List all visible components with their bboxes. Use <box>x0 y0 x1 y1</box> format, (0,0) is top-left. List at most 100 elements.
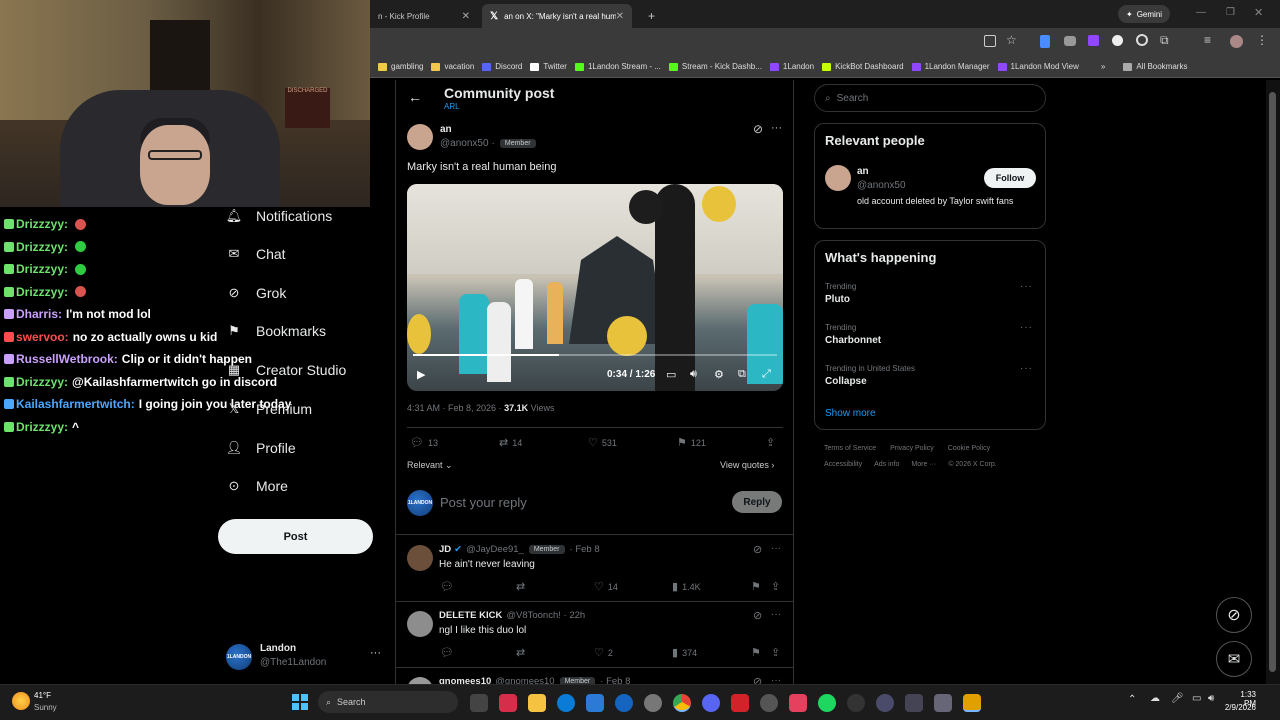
nav-grok[interactable]: ⊘ Grok <box>226 282 287 304</box>
bookmark-action[interactable]: ⚑ 121 <box>677 436 706 449</box>
twitch-extension-icon[interactable] <box>1088 35 1099 46</box>
kebab-menu-icon[interactable]: ⋮ <box>1256 33 1268 47</box>
app-icon[interactable] <box>876 694 894 712</box>
nav-creator-studio[interactable]: ▦ Creator Studio <box>226 359 346 381</box>
app-icon[interactable] <box>963 694 981 712</box>
nav-profile[interactable]: 👤︎ Profile <box>226 437 296 459</box>
community-name[interactable]: ARL <box>444 102 460 111</box>
extensions-puzzle-icon[interactable]: ⧉ <box>1160 33 1169 48</box>
reply-author-name[interactable]: DELETE KICK <box>439 610 502 621</box>
monitor-icon[interactable]: ▭ <box>1192 693 1201 704</box>
like-action[interactable]: ♡ 2 <box>594 646 613 659</box>
trend-item[interactable]: Trending in United States Collapse <box>825 364 915 387</box>
post-button[interactable]: Post <box>218 519 373 554</box>
nav-bookmarks[interactable]: ⚑ Bookmarks <box>226 320 326 342</box>
extension-icon[interactable] <box>1040 35 1050 48</box>
close-icon[interactable]: ✕ <box>462 11 470 22</box>
tab-kick-profile[interactable]: n - Kick Profile ✕ <box>370 4 478 28</box>
bookmark-item[interactable]: 1Landon Mod View <box>997 62 1079 71</box>
reply-action[interactable]: 💬︎ <box>440 580 458 593</box>
chevron-up-icon[interactable]: ⌃ <box>1128 694 1136 705</box>
extension-icon[interactable] <box>1112 35 1123 46</box>
settings-gear-icon[interactable] <box>644 694 662 712</box>
bookmark-item[interactable]: 1Landon Manager <box>911 62 990 71</box>
reading-list-icon[interactable]: ≡ <box>1204 33 1211 47</box>
post-author-name[interactable]: an <box>440 124 452 135</box>
weather-sun-icon[interactable] <box>12 692 30 710</box>
bookmark-item[interactable]: Stream - Kick Dashb... <box>668 62 762 71</box>
footer-link[interactable]: Accessibility <box>824 461 862 468</box>
task-view-icon[interactable] <box>470 694 488 712</box>
more-icon[interactable]: ··· <box>1020 281 1033 292</box>
nav-premium[interactable]: 𝕏 Premium <box>226 398 312 420</box>
search-input[interactable]: ⌕ Search <box>814 84 1046 112</box>
follow-button[interactable]: Follow <box>984 168 1036 188</box>
minimize-button[interactable]: — <box>1196 7 1206 18</box>
back-arrow-icon[interactable]: ← <box>408 89 422 105</box>
chat-username[interactable]: Drizzzyy: <box>16 420 68 434</box>
edge-icon[interactable] <box>557 694 575 712</box>
view-quotes-link[interactable]: View quotes › <box>720 460 774 470</box>
repost-action[interactable]: ⇄ <box>516 580 529 593</box>
scrollbar-thumb[interactable] <box>1269 92 1276 672</box>
person-name[interactable]: an <box>857 166 869 177</box>
weather-temp[interactable]: 41°F <box>34 691 51 700</box>
taskbar-search[interactable]: ⌕ Search <box>318 691 458 713</box>
chrome-icon[interactable] <box>673 694 691 712</box>
avatar[interactable] <box>825 165 851 191</box>
all-bookmarks-button[interactable]: All Bookmarks <box>1123 62 1187 71</box>
chat-username[interactable]: Drizzzyy: <box>16 240 68 254</box>
share-action[interactable]: ⇪ <box>771 646 784 659</box>
reply-author-handle[interactable]: @V8Toonch! · 22h <box>506 610 585 621</box>
footer-link[interactable]: Ads info <box>874 461 899 468</box>
more-icon[interactable]: ··· <box>370 647 381 659</box>
windows-start-icon[interactable] <box>292 694 308 710</box>
maximize-button[interactable]: ❐ <box>1226 7 1235 18</box>
bookmark-item[interactable]: gambling <box>378 62 423 71</box>
grok-float-button[interactable]: ⊘ <box>1216 597 1252 633</box>
tab-x-post[interactable]: 𝕏 an on X: "Marky isn't a real hum ✕ <box>482 4 632 28</box>
bookmark-item[interactable]: Twitter <box>530 62 567 71</box>
sort-dropdown[interactable]: Relevant ⌄ <box>407 460 453 471</box>
fullscreen-icon[interactable]: ⤢ <box>762 368 771 381</box>
profile-avatar-icon[interactable] <box>1230 35 1243 48</box>
avatar[interactable] <box>407 124 433 150</box>
repost-action[interactable]: ⇄ 14 <box>499 436 522 449</box>
captions-icon[interactable]: ▭ <box>666 368 676 381</box>
nav-more[interactable]: ⊙ More <box>226 475 288 497</box>
steam-icon[interactable] <box>847 694 865 712</box>
volume-icon[interactable]: 🔊︎ <box>1208 693 1214 704</box>
file-explorer-icon[interactable] <box>528 694 546 712</box>
grok-icon[interactable]: ⊘ <box>753 543 762 556</box>
show-more-link[interactable]: Show more <box>825 408 876 419</box>
discord-icon[interactable] <box>702 694 720 712</box>
footer-link[interactable]: Terms of Service <box>824 445 876 452</box>
reply-button[interactable]: Reply <box>732 491 782 513</box>
avatar[interactable] <box>407 545 433 571</box>
bookmark-item[interactable]: KickBot Dashboard <box>822 62 904 71</box>
bookmark-item[interactable]: vacation <box>431 62 474 71</box>
chat-username[interactable]: swervoo: <box>16 330 69 344</box>
gemini-button[interactable]: ✦ Gemini <box>1118 5 1171 23</box>
spotify-icon[interactable] <box>818 694 836 712</box>
mic-icon[interactable]: 🎤︎ <box>1171 693 1184 704</box>
like-action[interactable]: ♡ 14 <box>594 580 618 593</box>
messages-float-button[interactable]: ✉︎ <box>1216 641 1252 677</box>
play-icon[interactable]: ▶ <box>417 368 425 381</box>
more-icon[interactable]: ··· <box>1020 363 1033 374</box>
settings-gear-icon[interactable]: ⚙ <box>714 368 724 381</box>
close-icon[interactable]: ✕ <box>616 11 624 22</box>
person-handle[interactable]: @anonx50 <box>857 180 906 191</box>
nav-notifications[interactable]: 🔔︎ Notifications <box>226 205 333 227</box>
repost-action[interactable]: ⇄ <box>516 646 529 659</box>
footer-link[interactable]: More ··· <box>911 461 936 468</box>
share-action[interactable]: ⇪ <box>771 580 784 593</box>
bookmark-action[interactable]: ⚑ <box>751 646 765 659</box>
chat-username[interactable]: Dharris: <box>16 307 62 321</box>
chat-username[interactable]: Drizzzyy: <box>16 217 68 231</box>
trend-item[interactable]: Trending Charbonnet <box>825 323 881 346</box>
more-icon[interactable]: ··· <box>771 609 781 620</box>
trend-item[interactable]: Trending Pluto <box>825 282 856 305</box>
nav-chat[interactable]: ✉︎ Chat <box>226 243 286 265</box>
app-icon[interactable] <box>905 694 923 712</box>
